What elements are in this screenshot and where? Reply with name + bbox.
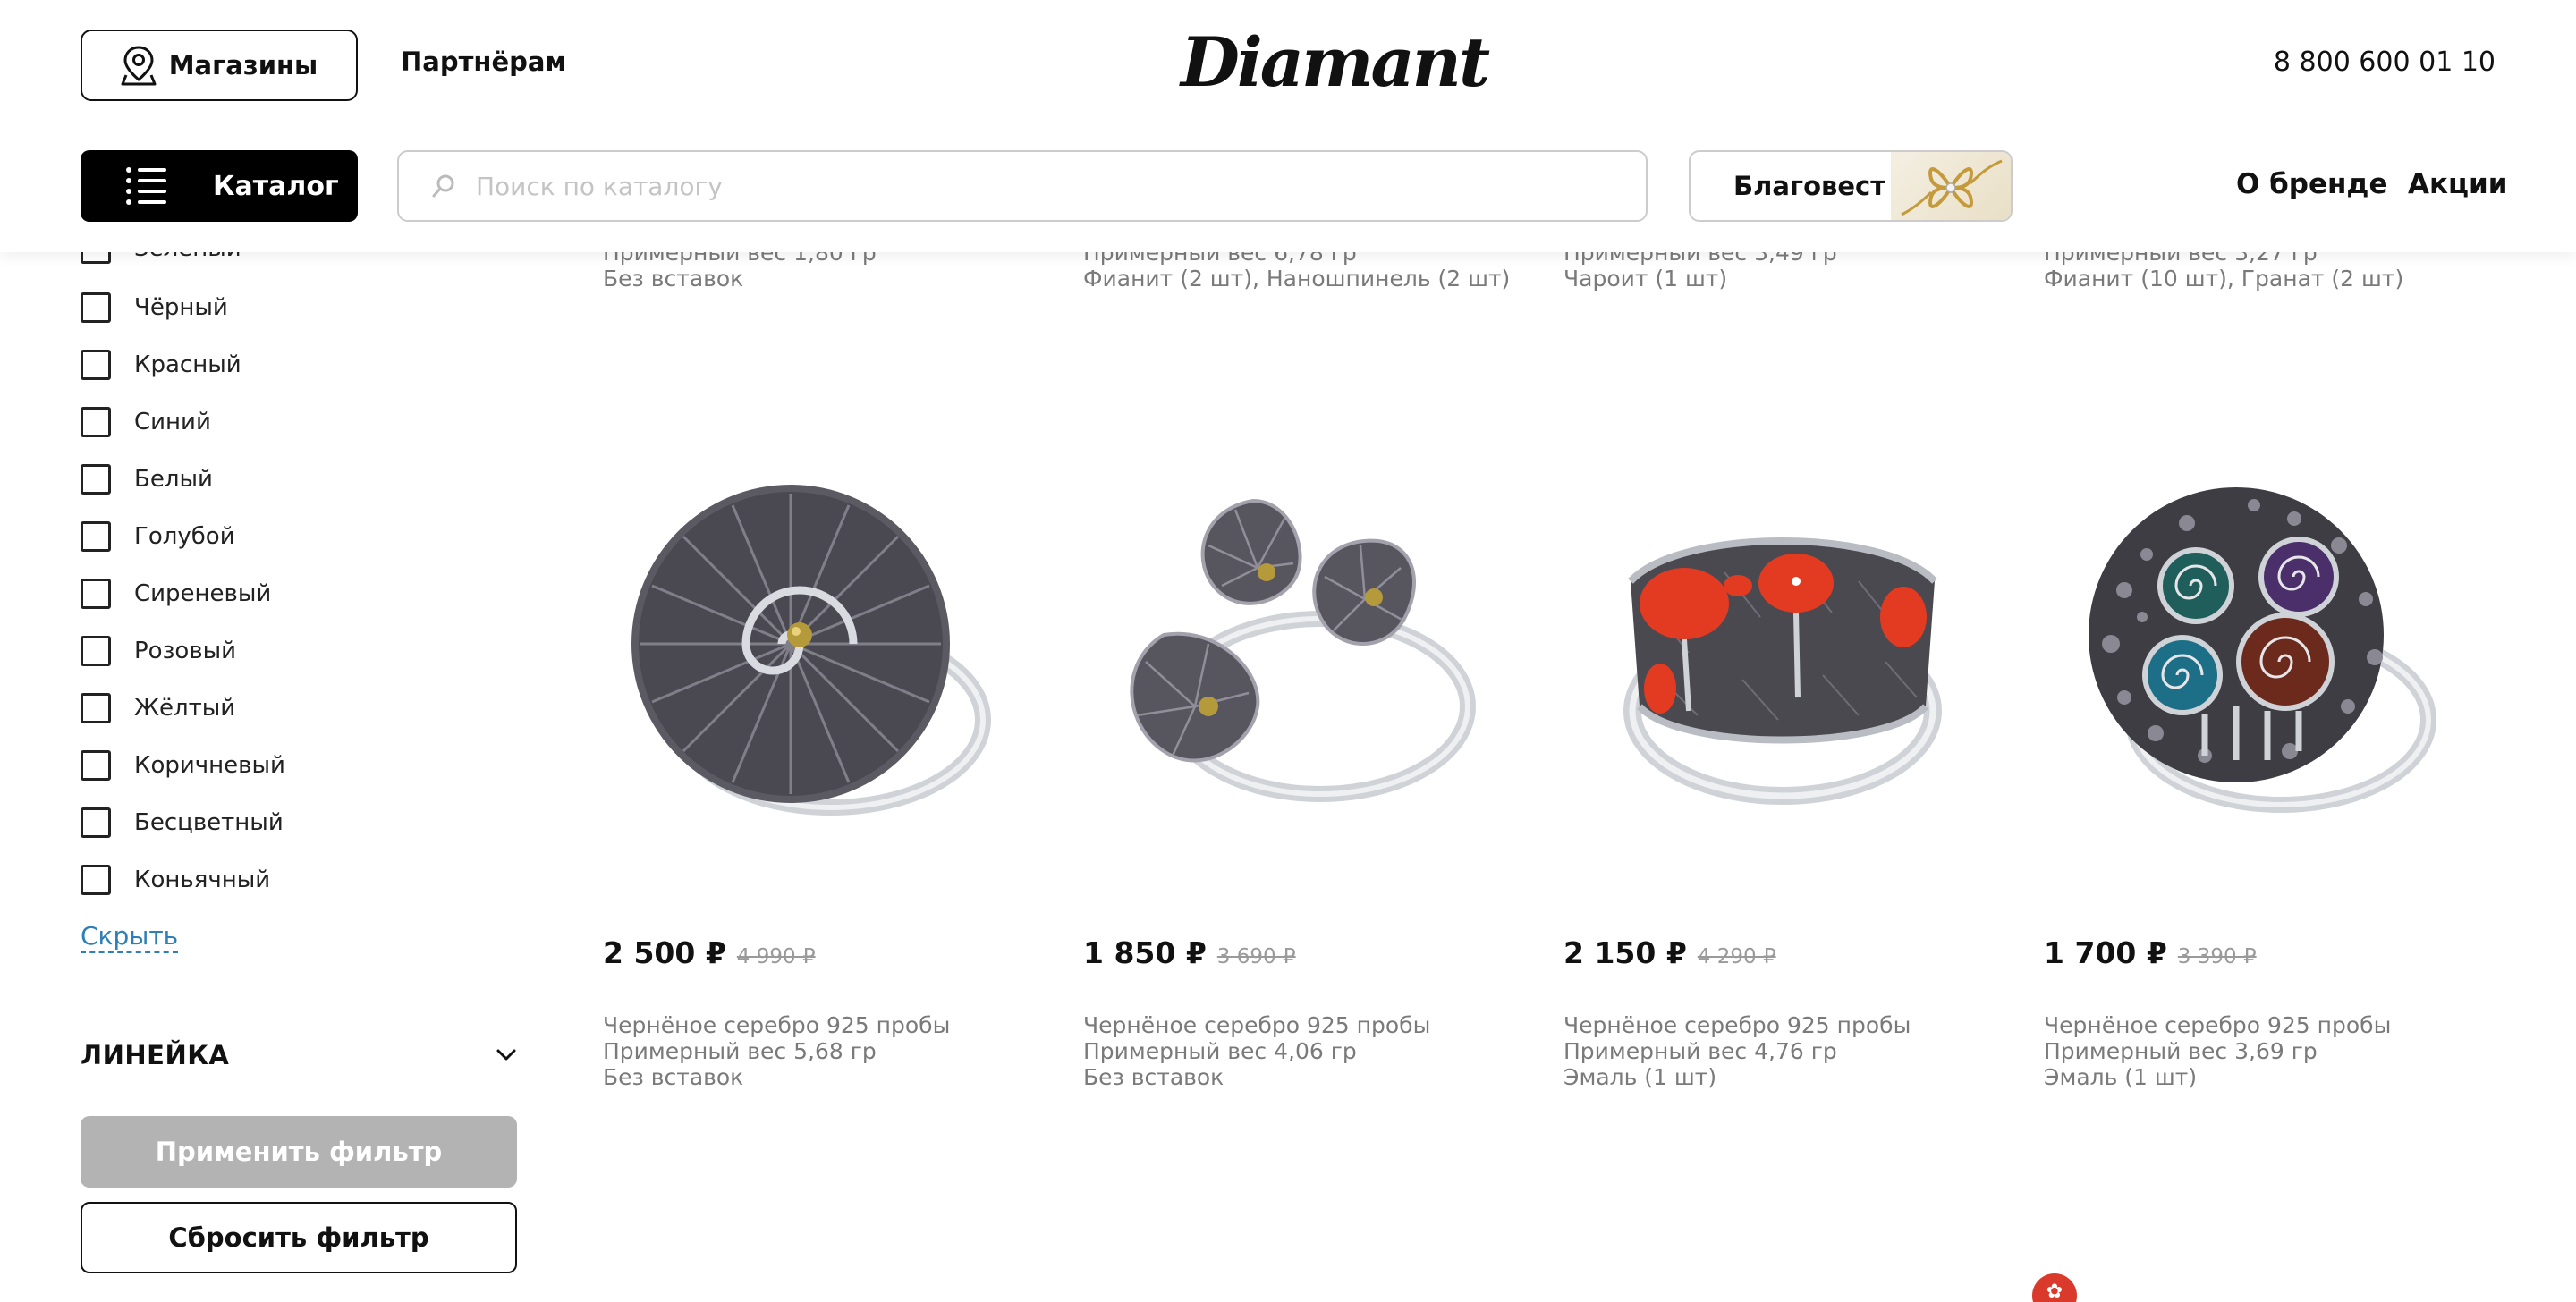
color-option-lilac[interactable]: Сиреневый [80,576,271,612]
product-old-price: 4 990 ₽ [736,945,816,968]
product-specs: Чернёное серебро 925 пробы Примерный вес… [1083,1012,1430,1090]
checkbox[interactable] [80,636,111,666]
color-option-label: Сиреневый [134,580,272,607]
sales-link[interactable]: Акции [2408,168,2507,200]
checkbox[interactable] [80,464,111,495]
product-weight: Примерный вес 4,76 гр [1563,1038,1837,1064]
checkbox[interactable] [80,350,111,380]
apply-filter-button[interactable]: Применить фильтр [80,1116,517,1188]
product-material: Чернёное серебро 925 пробы [2044,1012,2392,1038]
product-inserts: Фианит (10 шт), Гранат (2 шт) [2044,266,2404,292]
price-row: 1 700 ₽ 3 390 ₽ [2044,935,2257,970]
product-old-price: 3 690 ₽ [1216,945,1296,968]
promo-label: Благовест [1733,171,1886,201]
flower-icon: ✿ [2046,1280,2063,1302]
color-option-white[interactable]: Белый [80,461,213,497]
product-image [2089,487,2436,813]
search-icon [432,174,454,198]
promo-badge-icon[interactable]: ✿ [2032,1273,2077,1302]
product-inserts: Эмаль (1 шт) [1563,1064,1717,1090]
product-card[interactable]: 2 500 ₽ 4 990 ₽ Чернёное серебро 925 про… [603,483,1059,1109]
checkbox[interactable] [80,579,111,609]
color-option-red[interactable]: Красный [80,347,242,383]
price-row: 2 150 ₽ 4 290 ₽ [1563,935,1776,970]
product-inserts: Эмаль (1 шт) [2044,1064,2198,1090]
chevron-down-icon [496,1049,516,1061]
color-option-label: Красный [134,351,242,378]
catalog-label: Каталог [213,170,339,202]
color-option-label: Коричневый [134,752,285,779]
line-filter-label: ЛИНЕЙКА [80,1040,230,1070]
checkbox[interactable] [80,750,111,781]
product-old-price: 4 290 ₽ [1697,945,1776,968]
color-option-label: Белый [134,466,213,493]
color-option-label: Синий [134,409,211,435]
product-weight: Примерный вес 5,68 гр [603,1038,877,1064]
checkbox[interactable] [80,693,111,723]
color-option-label: Чёрный [134,294,228,321]
product-inserts: Фианит (2 шт), Наношпинель (2 шт) [1083,266,1511,292]
product-inserts: Без вставок [603,1064,744,1090]
color-option-black[interactable]: Чёрный [80,290,228,326]
product-image [1623,537,1942,805]
color-option-blue[interactable]: Синий [80,404,211,440]
product-price: 1 700 ₽ [2044,935,2167,970]
color-option-brown[interactable]: Коричневый [80,748,285,783]
product-image [631,485,991,816]
product-weight: Примерный вес 4,06 гр [1083,1038,1357,1064]
color-option-light-blue[interactable]: Голубой [80,519,235,554]
color-option-yellow[interactable]: Жёлтый [80,690,235,726]
brand-logo[interactable]: Diamant [1181,18,1490,107]
product-specs: Чернёное серебро 925 пробы Примерный вес… [1563,1012,1911,1090]
blagovest-promo-button[interactable]: Благовест [1689,150,2012,222]
product-price: 2 500 ₽ [603,935,726,970]
color-option-label: Коньячный [134,867,271,893]
about-brand-link[interactable]: О бренде [2236,168,2388,200]
partners-link[interactable]: Партнёрам [401,46,566,77]
catalog-button[interactable]: Каталог [80,150,358,222]
product-inserts: Без вставок [1083,1064,1224,1090]
product-inserts: Чароит (1 шт) [1563,266,1728,292]
product-image [1130,498,1476,802]
checkbox[interactable] [80,292,111,323]
color-option-label: Жёлтый [134,695,236,722]
site-header: Магазины Партнёрам Diamant 8 800 600 01 … [0,0,2576,252]
product-material: Чернёное серебро 925 пробы [1083,1012,1431,1038]
search-input[interactable] [476,171,1594,201]
product-specs: Чернёное серебро 925 пробы Примерный вес… [2044,1012,2391,1090]
product-specs: Чернёное серебро 925 пробы Примерный вес… [603,1012,950,1090]
search-bar [397,150,1648,222]
product-price: 1 850 ₽ [1083,935,1207,970]
product-material: Чернёное серебро 925 пробы [603,1012,951,1038]
product-material: Чернёное серебро 925 пробы [1563,1012,1911,1038]
hide-colors-link[interactable]: Скрыть [80,921,179,953]
price-row: 2 500 ₽ 4 990 ₽ [603,935,816,970]
line-filter-toggle[interactable]: ЛИНЕЙКА [80,1037,517,1073]
product-card[interactable]: 1 850 ₽ 3 690 ₽ Чернёное серебро 925 про… [1083,483,1539,1109]
color-option-pink[interactable]: Розовый [80,633,236,669]
price-row: 1 850 ₽ 3 690 ₽ [1083,935,1296,970]
checkbox[interactable] [80,865,111,895]
product-old-price: 3 390 ₽ [2177,945,2257,968]
product-card[interactable]: 1 700 ₽ 3 390 ₽ Чернёное серебро 925 про… [2044,483,2500,1109]
color-option-label: Розовый [134,638,237,664]
product-weight: Примерный вес 3,69 гр [2044,1038,2318,1064]
stores-label: Магазины [168,50,318,80]
checkbox[interactable] [80,807,111,838]
phone-number[interactable]: 8 800 600 01 10 [2274,46,2496,78]
product-card[interactable]: 2 150 ₽ 4 290 ₽ Чернёное серебро 925 про… [1563,483,2020,1109]
promo-jewelry-image [1891,152,2011,220]
color-option-label: Бесцветный [134,809,284,836]
product-price: 2 150 ₽ [1563,935,1687,970]
map-pin-icon [121,46,157,86]
checkbox[interactable] [80,521,111,552]
product-inserts: Без вставок [603,266,744,292]
color-option-colorless[interactable]: Бесцветный [80,805,284,841]
checkbox[interactable] [80,407,111,437]
color-option-cognac[interactable]: Коньячный [80,862,270,898]
menu-icon [126,167,166,205]
stores-button[interactable]: Магазины [80,30,358,101]
reset-filter-button[interactable]: Сбросить фильтр [80,1202,517,1273]
color-option-label: Голубой [134,523,235,550]
